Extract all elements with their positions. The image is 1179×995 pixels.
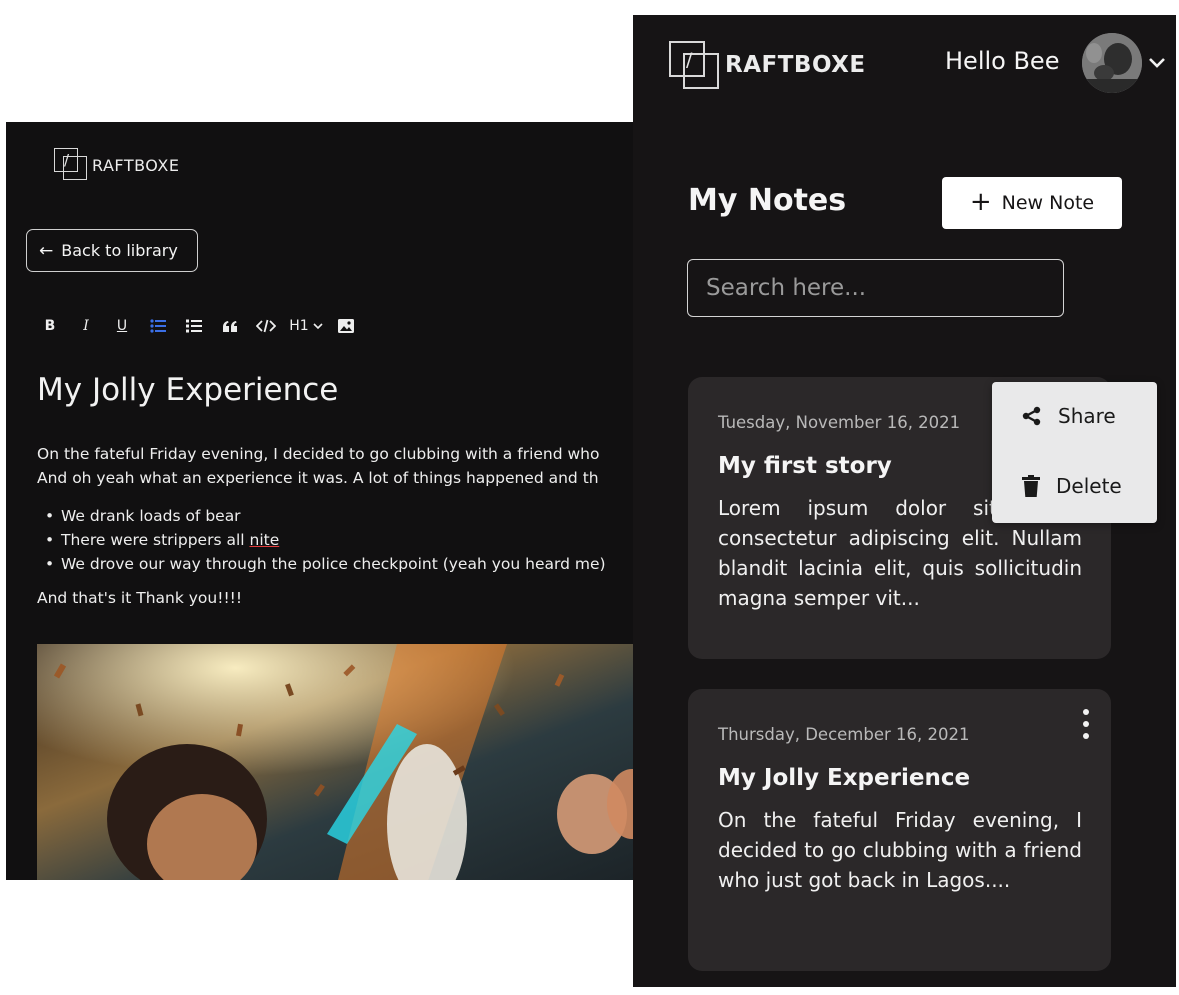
paragraph-line: On the fateful Friday evening, I decided…	[37, 445, 600, 463]
share-icon	[1022, 406, 1041, 426]
chevron-down-icon	[313, 322, 323, 329]
logo[interactable]: / RAFTBOXE	[669, 41, 866, 89]
heading-select[interactable]: H1	[284, 314, 328, 338]
document-title[interactable]: My Jolly Experience	[37, 372, 338, 408]
user-menu-toggle[interactable]	[1146, 52, 1168, 72]
new-note-label: New Note	[1001, 192, 1095, 214]
avatar[interactable]	[1082, 33, 1142, 93]
more-options-icon[interactable]	[1078, 709, 1094, 739]
misspelled-word[interactable]: nite	[250, 531, 280, 549]
note-title: My Jolly Experience	[718, 765, 971, 791]
logo[interactable]: / RAFTBOXE	[54, 148, 179, 182]
delete-menu-item[interactable]: Delete	[1022, 474, 1122, 498]
share-menu-item[interactable]: Share	[1022, 404, 1116, 428]
heading-label: H1	[289, 318, 309, 334]
ordered-list-button[interactable]	[176, 314, 212, 338]
code-icon	[256, 319, 276, 333]
bullet-list-icon	[150, 319, 166, 333]
logo-text: RAFTBOXE	[725, 52, 866, 78]
italic-button[interactable]: I	[68, 314, 104, 338]
logo-icon: /	[54, 148, 88, 182]
search-input[interactable]	[687, 259, 1064, 317]
quote-icon	[223, 320, 237, 332]
paragraph-line: And oh yeah what an experience it was. A…	[37, 469, 599, 487]
note-date: Tuesday, November 16, 2021	[718, 413, 961, 432]
trash-icon	[1022, 475, 1040, 497]
list-item: We drove our way through the police chec…	[43, 552, 646, 576]
bullet-list: We drank loads of bear There were stripp…	[43, 504, 646, 576]
list-item: We drank loads of bear	[43, 504, 646, 528]
page-title: My Notes	[688, 183, 847, 218]
document-body[interactable]: On the fateful Friday evening, I decided…	[37, 442, 646, 610]
note-context-menu: Share Delete	[992, 382, 1157, 523]
editor-toolbar: B I U H1	[32, 314, 364, 338]
notes-panel: / RAFTBOXE Hello Bee My Notes + New Note…	[633, 15, 1176, 987]
share-label: Share	[1058, 404, 1116, 428]
note-title: My first story	[718, 453, 892, 479]
list-item: There were strippers all nite	[43, 528, 646, 552]
logo-text: RAFTBOXE	[92, 155, 180, 175]
logo-icon: /	[669, 41, 721, 89]
ordered-list-icon	[186, 319, 202, 333]
bold-button[interactable]: B	[32, 314, 68, 338]
delete-label: Delete	[1056, 474, 1122, 498]
greeting: Hello Bee	[945, 47, 1060, 75]
avatar-photo	[1082, 33, 1142, 93]
chevron-down-icon	[1149, 58, 1165, 68]
arrow-left-icon: ←	[39, 240, 54, 261]
party-photo	[37, 644, 646, 880]
bullet-list-button[interactable]	[140, 314, 176, 338]
new-note-button[interactable]: + New Note	[942, 177, 1122, 229]
note-excerpt: On the fateful Friday evening, I decided…	[718, 808, 1082, 892]
code-button[interactable]	[248, 314, 284, 338]
editor-panel: / RAFTBOXE ← Back to library B I U H1 My…	[6, 122, 646, 880]
back-to-library-button[interactable]: ← Back to library	[26, 229, 198, 272]
image-icon	[338, 319, 354, 333]
quote-button[interactable]	[212, 314, 248, 338]
plus-icon: +	[969, 186, 992, 217]
back-label: Back to library	[61, 241, 178, 260]
insert-image-button[interactable]	[328, 314, 364, 338]
note-date: Thursday, December 16, 2021	[718, 725, 970, 744]
closing-paragraph: And that's it Thank you!!!!	[37, 589, 243, 607]
underline-button[interactable]: U	[104, 314, 140, 338]
party-photo-image	[37, 644, 646, 880]
note-card[interactable]: Thursday, December 16, 2021 My Jolly Exp…	[688, 689, 1111, 971]
